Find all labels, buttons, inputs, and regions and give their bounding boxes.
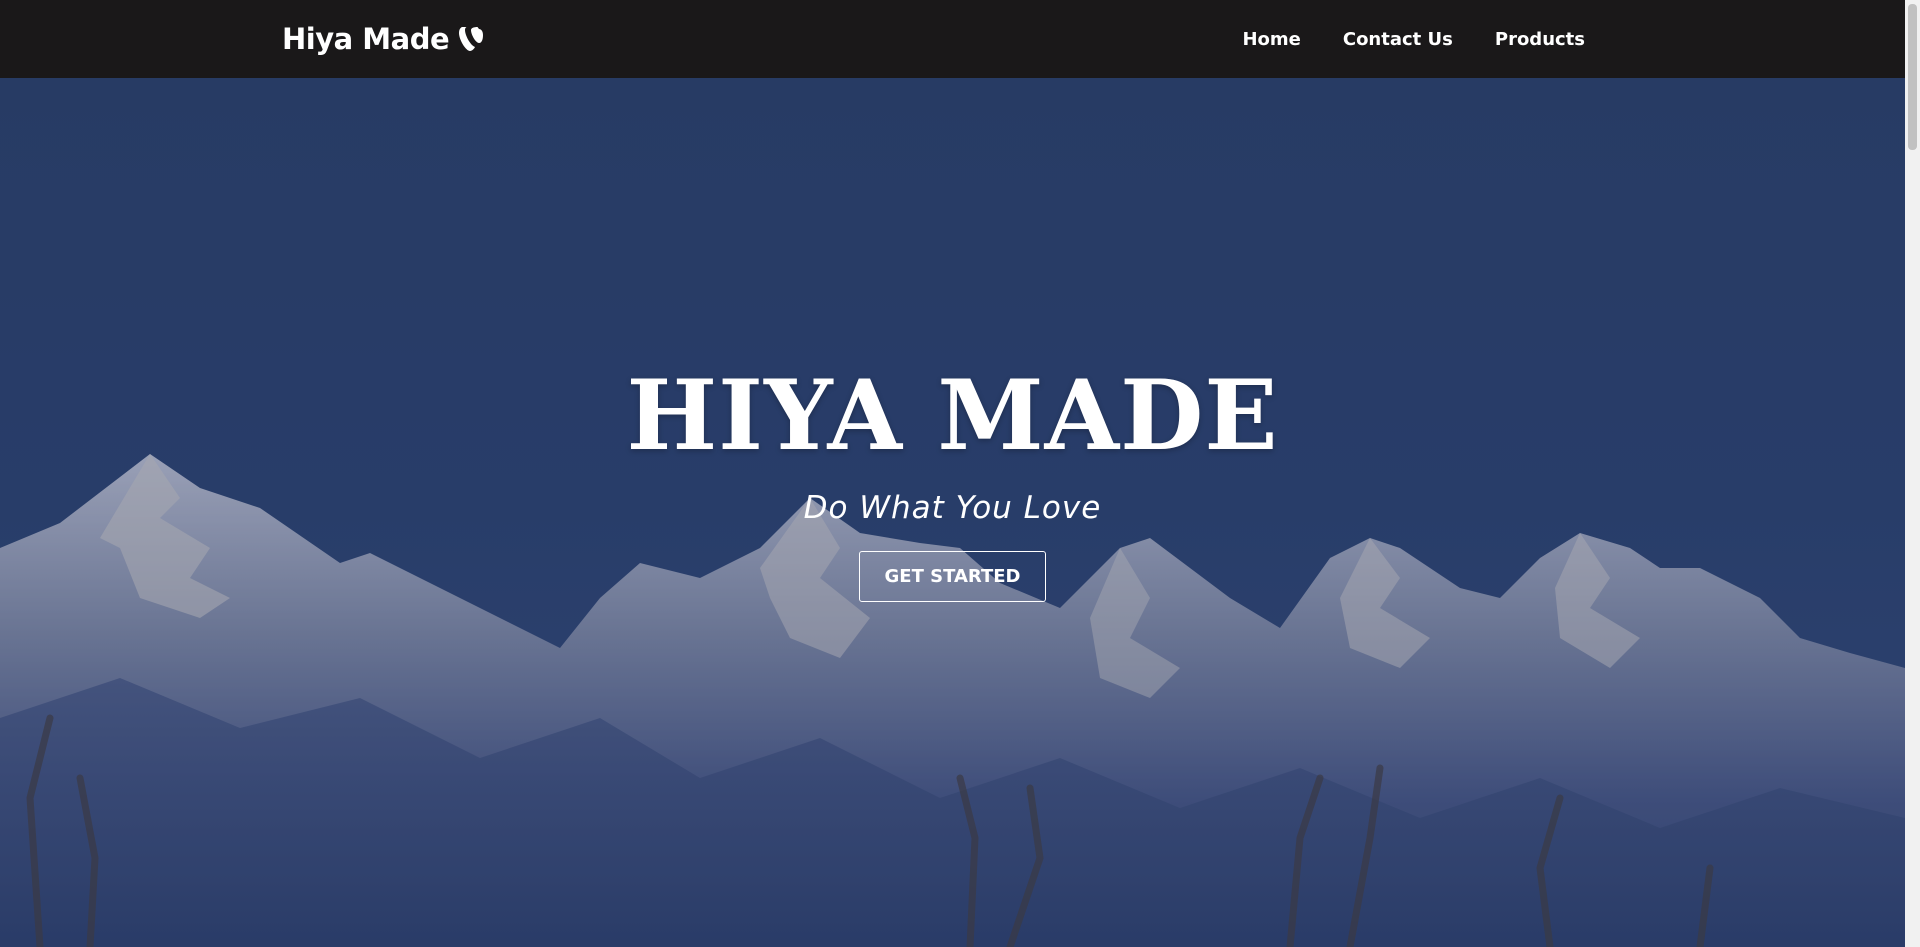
- nav-link-products[interactable]: Products: [1495, 29, 1585, 50]
- hero-subtitle: Do What You Love: [803, 490, 1102, 526]
- navbar: Hiya Made Home Contact Us Products: [0, 0, 1905, 78]
- brand-link[interactable]: Hiya Made: [282, 18, 484, 60]
- brand-name: Hiya Made: [282, 22, 450, 56]
- hero-title: HIYA MADE: [626, 359, 1279, 472]
- nav-link-contact-us[interactable]: Contact Us: [1343, 29, 1453, 50]
- scrollbar-thumb[interactable]: [1908, 4, 1917, 150]
- typo3-logo-icon: [458, 25, 484, 53]
- get-started-button[interactable]: GET STARTED: [858, 551, 1047, 603]
- page-scrollbar[interactable]: [1905, 0, 1920, 947]
- hero-section: HIYA MADE Do What You Love GET STARTED: [0, 78, 1905, 947]
- nav-links: Home Contact Us Products: [1242, 0, 1585, 78]
- page: Hiya Made Home Contact Us Products HIYA …: [0, 0, 1905, 947]
- nav-link-home[interactable]: Home: [1242, 29, 1300, 50]
- hero-content: HIYA MADE Do What You Love GET STARTED: [0, 359, 1905, 603]
